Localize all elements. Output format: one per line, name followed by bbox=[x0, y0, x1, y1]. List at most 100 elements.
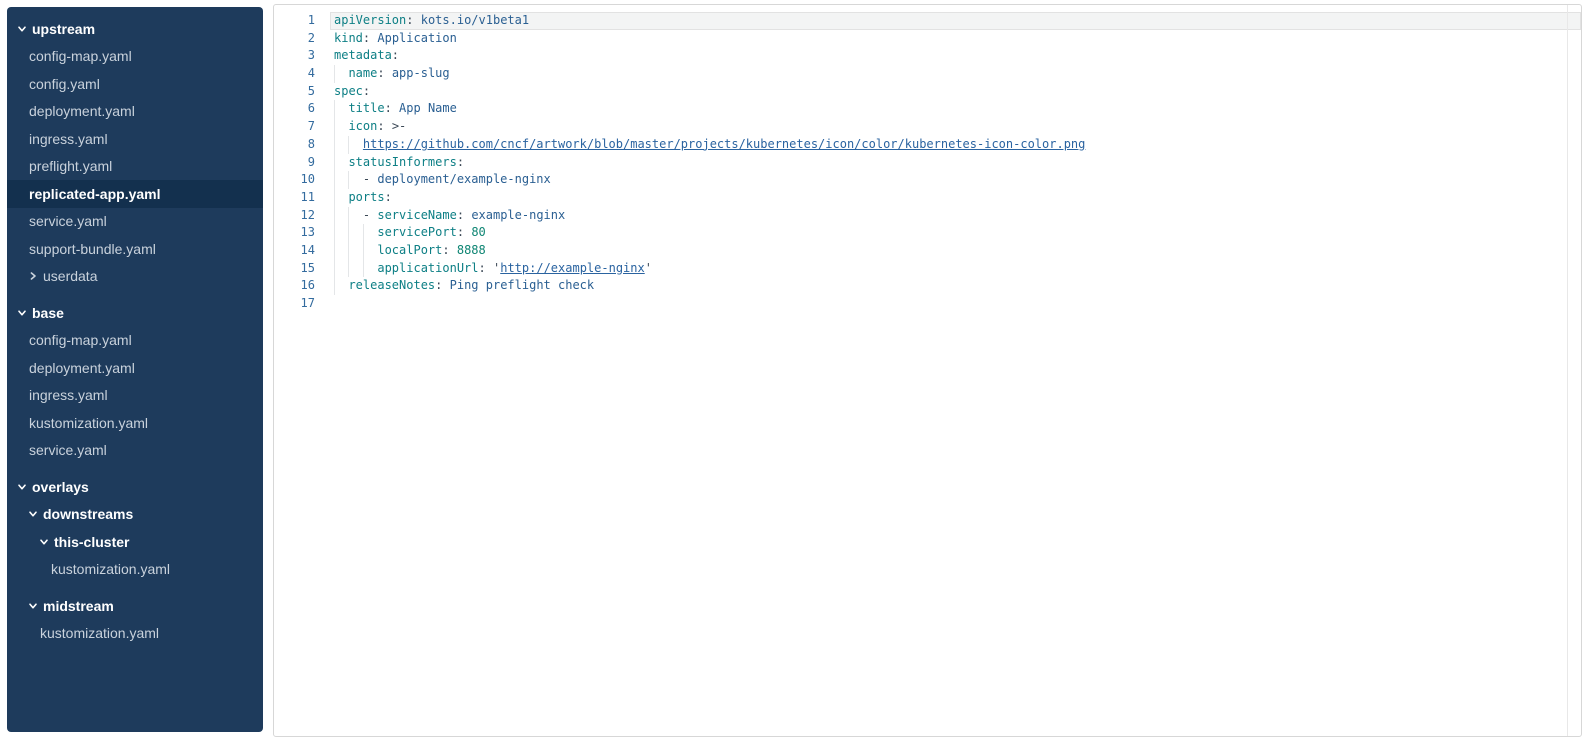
editor-scrollbar[interactable] bbox=[1567, 5, 1581, 736]
code-line[interactable]: 9 statusInformers: bbox=[274, 154, 1581, 172]
yaml-token-key: spec bbox=[334, 84, 363, 98]
sidebar-item-kustomization-yaml[interactable]: kustomization.yaml bbox=[7, 556, 263, 584]
code-line-content: title: App Name bbox=[330, 100, 1581, 118]
code-line[interactable]: 5spec: bbox=[274, 83, 1581, 101]
sidebar-item-label: config-map.yaml bbox=[29, 48, 132, 64]
code-line[interactable]: 7 icon: >- bbox=[274, 118, 1581, 136]
code-line[interactable]: 2kind: Application bbox=[274, 30, 1581, 48]
indent-spaces bbox=[334, 66, 348, 80]
file-tree-sidebar: upstreamconfig-map.yamlconfig.yamldeploy… bbox=[7, 7, 263, 732]
indent-guide bbox=[334, 260, 335, 278]
yaml-token-value: example-nginx bbox=[471, 208, 565, 222]
indent-guide bbox=[334, 65, 335, 83]
sidebar-item-support-bundle-yaml[interactable]: support-bundle.yaml bbox=[7, 235, 263, 263]
code-line[interactable]: 14 localPort: 8888 bbox=[274, 242, 1581, 260]
yaml-token-number: 80 bbox=[471, 225, 485, 239]
line-number: 3 bbox=[274, 47, 315, 65]
sidebar-item-label: deployment.yaml bbox=[29, 360, 135, 376]
sidebar-item-kustomization-yaml[interactable]: kustomization.yaml bbox=[7, 620, 263, 648]
code-line[interactable]: 1apiVersion: kots.io/v1beta1 bbox=[274, 12, 1581, 30]
sidebar-item-replicated-app-yaml[interactable]: replicated-app.yaml bbox=[7, 180, 263, 208]
yaml-token-key: localPort bbox=[377, 243, 442, 257]
line-number: 7 bbox=[274, 118, 315, 136]
sidebar-item-label: upstream bbox=[32, 21, 95, 37]
line-number: 8 bbox=[274, 136, 315, 154]
sidebar-item-label: replicated-app.yaml bbox=[29, 186, 161, 202]
sidebar-item-config-yaml[interactable]: config.yaml bbox=[7, 70, 263, 98]
code-line-content: localPort: 8888 bbox=[330, 242, 1581, 260]
indent-spaces bbox=[334, 243, 377, 257]
sidebar-item-label: support-bundle.yaml bbox=[29, 241, 156, 257]
code-line-content: applicationUrl: 'http://example-nginx' bbox=[330, 260, 1581, 278]
sidebar-item-label: base bbox=[32, 305, 64, 321]
sidebar-item-overlays[interactable]: overlays bbox=[7, 473, 263, 501]
chevron-down-icon bbox=[15, 482, 28, 492]
sidebar-item-ingress-yaml[interactable]: ingress.yaml bbox=[7, 125, 263, 153]
indent-guide bbox=[334, 136, 335, 154]
code-line-content: https://github.com/cncf/artwork/blob/mas… bbox=[330, 136, 1581, 154]
yaml-token-plain bbox=[486, 261, 493, 275]
indent-guide bbox=[334, 277, 335, 295]
sidebar-item-label: service.yaml bbox=[29, 442, 107, 458]
indent-guide bbox=[348, 242, 349, 260]
indent-spaces bbox=[334, 119, 348, 133]
code-line[interactable]: 17 bbox=[274, 295, 1581, 313]
sidebar-item-config-map-yaml[interactable]: config-map.yaml bbox=[7, 327, 263, 355]
code-line-content: - deployment/example-nginx bbox=[330, 171, 1581, 189]
yaml-token-plain bbox=[392, 101, 399, 115]
sidebar-item-label: ingress.yaml bbox=[29, 387, 108, 403]
code-line[interactable]: 13 servicePort: 80 bbox=[274, 224, 1581, 242]
sidebar-item-downstreams[interactable]: downstreams bbox=[7, 501, 263, 529]
code-line[interactable]: 10 - deployment/example-nginx bbox=[274, 171, 1581, 189]
yaml-token-punct: - bbox=[363, 208, 377, 222]
line-number: 11 bbox=[274, 189, 315, 207]
sidebar-item-service-yaml[interactable]: service.yaml bbox=[7, 208, 263, 236]
sidebar-item-preflight-yaml[interactable]: preflight.yaml bbox=[7, 153, 263, 181]
code-line[interactable]: 11 ports: bbox=[274, 189, 1581, 207]
yaml-link[interactable]: http://example-nginx bbox=[500, 261, 645, 275]
yaml-token-punct: - bbox=[363, 172, 377, 186]
sidebar-item-config-map-yaml[interactable]: config-map.yaml bbox=[7, 43, 263, 71]
code-line[interactable]: 8 https://github.com/cncf/artwork/blob/m… bbox=[274, 136, 1581, 154]
yaml-editor[interactable]: 1apiVersion: kots.io/v1beta12kind: Appli… bbox=[273, 4, 1582, 737]
code-line-content: kind: Application bbox=[330, 30, 1581, 48]
code-area[interactable]: 1apiVersion: kots.io/v1beta12kind: Appli… bbox=[274, 12, 1581, 313]
sidebar-item-label: this-cluster bbox=[54, 534, 129, 550]
sidebar-item-label: userdata bbox=[43, 268, 97, 284]
yaml-link[interactable]: https://github.com/cncf/artwork/blob/mas… bbox=[363, 137, 1085, 151]
sidebar-item-label: overlays bbox=[32, 479, 89, 495]
yaml-token-key: icon bbox=[348, 119, 377, 133]
yaml-token-value: Ping preflight check bbox=[450, 278, 595, 292]
code-line[interactable]: 3metadata: bbox=[274, 47, 1581, 65]
line-number: 17 bbox=[274, 295, 315, 313]
sidebar-item-userdata[interactable]: userdata bbox=[7, 263, 263, 291]
yaml-token-plain bbox=[385, 119, 392, 133]
code-line[interactable]: 4 name: app-slug bbox=[274, 65, 1581, 83]
code-line[interactable]: 6 title: App Name bbox=[274, 100, 1581, 118]
sidebar-item-kustomization-yaml[interactable]: kustomization.yaml bbox=[7, 409, 263, 437]
sidebar-item-midstream[interactable]: midstream bbox=[7, 592, 263, 620]
sidebar-item-upstream[interactable]: upstream bbox=[7, 15, 263, 43]
yaml-token-key: serviceName bbox=[377, 208, 456, 222]
yaml-token-value: Application bbox=[377, 31, 456, 45]
yaml-token-punct: : bbox=[377, 119, 384, 133]
sidebar-item-deployment-yaml[interactable]: deployment.yaml bbox=[7, 354, 263, 382]
code-line[interactable]: 15 applicationUrl: 'http://example-nginx… bbox=[274, 260, 1581, 278]
code-line-content: apiVersion: kots.io/v1beta1 bbox=[330, 12, 1581, 30]
sidebar-item-this-cluster[interactable]: this-cluster bbox=[7, 528, 263, 556]
sidebar-item-base[interactable]: base bbox=[7, 299, 263, 327]
code-line[interactable]: 16 releaseNotes: Ping preflight check bbox=[274, 277, 1581, 295]
line-number: 4 bbox=[274, 65, 315, 83]
code-line[interactable]: 12 - serviceName: example-nginx bbox=[274, 207, 1581, 225]
sidebar-item-service-yaml[interactable]: service.yaml bbox=[7, 437, 263, 465]
yaml-token-punct: >- bbox=[392, 119, 406, 133]
indent-guide bbox=[334, 154, 335, 172]
code-line-content: icon: >- bbox=[330, 118, 1581, 136]
yaml-token-key: statusInformers bbox=[348, 155, 456, 169]
sidebar-item-label: downstreams bbox=[43, 506, 133, 522]
sidebar-item-ingress-yaml[interactable]: ingress.yaml bbox=[7, 382, 263, 410]
sidebar-item-deployment-yaml[interactable]: deployment.yaml bbox=[7, 98, 263, 126]
yaml-token-plain bbox=[442, 278, 449, 292]
yaml-token-punct: ' bbox=[645, 261, 652, 275]
code-line-content: name: app-slug bbox=[330, 65, 1581, 83]
